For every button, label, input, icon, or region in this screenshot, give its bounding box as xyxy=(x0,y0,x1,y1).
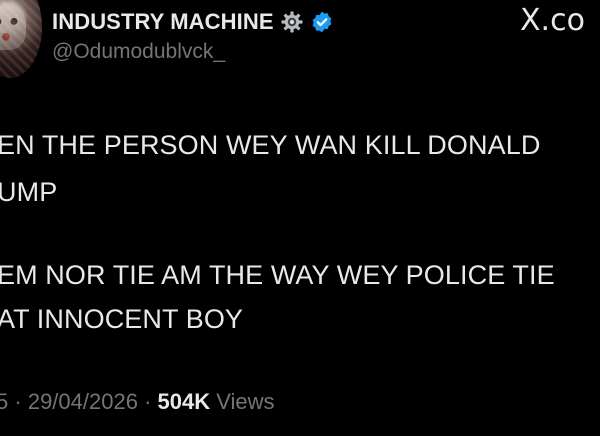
gear-icon xyxy=(280,10,304,34)
author-display-name[interactable]: INDUSTRY MACHINE xyxy=(52,9,274,35)
tweet-text-line: AT INNOCENT BOY xyxy=(0,304,244,334)
tweet-date[interactable]: 29/04/2026 xyxy=(28,389,138,414)
x-brand-text: X.co xyxy=(520,3,585,38)
avatar[interactable] xyxy=(0,0,42,78)
verified-badge-icon xyxy=(310,10,334,34)
author-name-row: INDUSTRY MACHINE xyxy=(52,6,334,38)
tweet-text-line: EM NOR TIE AM THE WAY WEY POLICE TIE xyxy=(0,260,555,290)
views-count: 504K xyxy=(157,389,211,414)
meta-separator: · xyxy=(144,389,152,414)
tweet-time[interactable]: 5 xyxy=(0,389,8,414)
tweet-text-line: UMP xyxy=(0,177,58,207)
tweet-text-line: EN THE PERSON WEY WAN KILL DONALD xyxy=(0,130,541,160)
views-label: Views xyxy=(216,389,275,414)
tweet-meta: 5 · 29/04/2026 · 504K Views xyxy=(0,386,275,418)
meta-separator: · xyxy=(14,389,22,414)
author-handle[interactable]: @Odumodublvck_ xyxy=(52,40,225,64)
